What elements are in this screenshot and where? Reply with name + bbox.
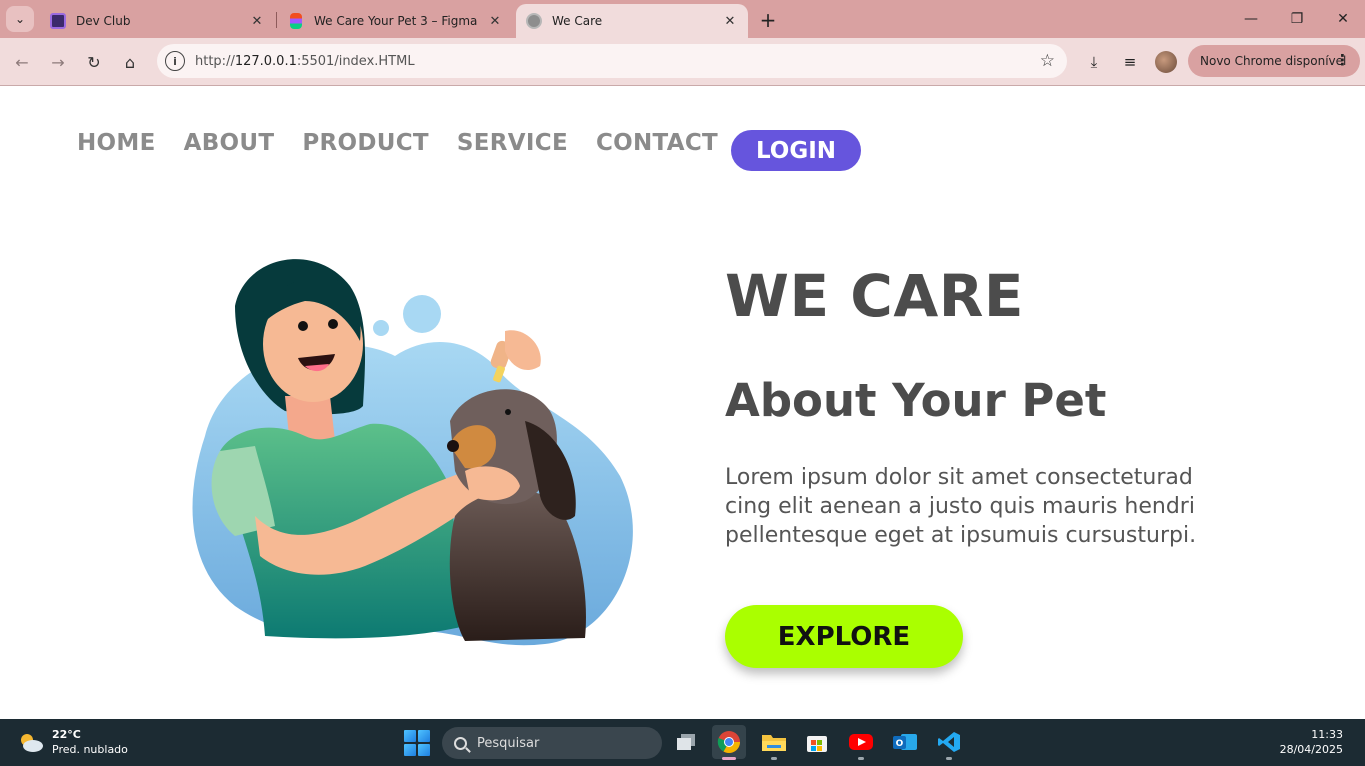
windows-logo-tile [404, 730, 416, 742]
url-text: http://127.0.0.1:5501/index.HTML [195, 54, 415, 69]
nav-service[interactable]: SERVICE [457, 130, 568, 156]
plus-icon: + [759, 8, 777, 32]
temperature: 22°C [52, 728, 81, 741]
bubble [373, 320, 389, 336]
close-icon[interactable]: ✕ [722, 13, 738, 29]
url-scheme: http:// [195, 53, 235, 69]
media-queue-icon[interactable]: ≡ [1118, 50, 1142, 74]
arrow-right-icon: → [51, 52, 65, 72]
description-line: pellentesque eget at ipsumuis cursusturp… [725, 523, 1197, 548]
weather-condition: Pred. nublado [52, 743, 128, 756]
search-placeholder: Pesquisar [477, 735, 540, 751]
hero-subtitle: About Your Pet [725, 374, 1107, 427]
home-icon: ⌂ [124, 52, 136, 72]
reload-button[interactable]: ↻ [80, 48, 108, 76]
nav-product[interactable]: PRODUCT [302, 130, 429, 156]
reload-icon: ↻ [87, 52, 101, 72]
eye [298, 321, 308, 331]
outlook-icon[interactable]: O [888, 725, 922, 759]
url-host: 127.0.0.1 [234, 53, 297, 69]
profile-avatar[interactable] [1155, 51, 1177, 73]
nav-home[interactable]: HOME [77, 130, 156, 156]
eye [328, 319, 338, 329]
nav-about[interactable]: ABOUT [184, 130, 275, 156]
chevron-down-icon: ⌄ [14, 12, 26, 26]
store-icon[interactable] [800, 725, 834, 759]
youtube-icon[interactable] [844, 725, 878, 760]
windows-start-button[interactable] [404, 730, 430, 756]
close-window-button[interactable]: ✕ [1320, 0, 1365, 38]
url-path: :5501/index.HTML [296, 53, 415, 69]
hero-illustration [192, 259, 633, 646]
login-button[interactable]: LOGIN [731, 130, 861, 171]
chrome-icon[interactable] [712, 725, 746, 760]
info-icon[interactable]: i [165, 51, 185, 71]
explore-button[interactable]: EXPLORE [725, 605, 963, 668]
svg-text:O: O [896, 739, 904, 749]
devclub-icon [50, 13, 66, 29]
main-nav: HOME ABOUT PRODUCT SERVICE CONTACT [77, 130, 746, 156]
windows-logo-tile [404, 744, 416, 756]
forward-button[interactable]: → [44, 48, 72, 76]
new-tab-button[interactable]: + [756, 8, 780, 32]
globe-icon [526, 13, 542, 29]
description-line: cing elit aenean a justo quis mauris hen… [725, 494, 1195, 519]
description-line: Lorem ipsum dolor sit amet consecteturad [725, 465, 1193, 490]
back-button[interactable]: ← [8, 48, 36, 76]
taskbar: 22°C Pred. nublado Pesquisar O 11:33 28/… [0, 719, 1365, 766]
tab-dev-club[interactable]: Dev Club ✕ [40, 4, 275, 38]
restore-button[interactable]: ❐ [1274, 0, 1320, 38]
weather-widget[interactable]: 22°C Pred. nublado [18, 727, 128, 757]
update-chrome-button[interactable]: Novo Chrome disponível ⋮ [1188, 45, 1360, 77]
restore-icon: ❐ [1290, 11, 1304, 27]
windows-logo-tile [418, 730, 430, 742]
hand [505, 330, 541, 371]
tab-label: We Care [552, 14, 603, 28]
tab-we-care[interactable]: We Care ✕ [516, 4, 748, 38]
dog-nose [447, 440, 459, 452]
hero-description: Lorem ipsum dolor sit amet consecteturad… [725, 463, 1255, 550]
figma-icon [290, 13, 302, 29]
system-clock[interactable]: 11:33 28/04/2025 [1280, 727, 1343, 757]
file-explorer-icon[interactable] [757, 725, 791, 760]
running-indicator [771, 757, 777, 760]
minimize-button[interactable]: — [1228, 0, 1274, 38]
arrow-left-icon: ← [15, 52, 29, 72]
address-bar[interactable]: i http://127.0.0.1:5501/index.HTML ☆ [157, 44, 1067, 78]
task-view-icon[interactable] [669, 725, 703, 759]
nav-contact[interactable]: CONTACT [596, 130, 718, 156]
close-icon[interactable]: ✕ [249, 13, 265, 29]
tab-separator [276, 12, 277, 28]
running-indicator [858, 757, 864, 760]
tab-strip: ⌄ Dev Club ✕ We Care Your Pet 3 – Figma … [0, 0, 1365, 38]
close-icon: ✕ [1337, 11, 1349, 27]
windows-logo-tile [418, 744, 430, 756]
clock-time: 11:33 [1311, 728, 1343, 741]
vscode-icon[interactable] [932, 725, 966, 760]
tab-label: We Care Your Pet 3 – Figma [314, 14, 478, 28]
dog-eye [505, 409, 511, 415]
tab-label: Dev Club [76, 14, 131, 28]
tab-figma[interactable]: We Care Your Pet 3 – Figma ✕ [278, 4, 513, 38]
bookmark-star-icon[interactable]: ☆ [1040, 51, 1055, 71]
update-label: Novo Chrome disponível [1200, 54, 1347, 68]
running-indicator [946, 757, 952, 760]
minimize-icon: — [1244, 11, 1258, 27]
taskbar-search[interactable]: Pesquisar [442, 727, 662, 759]
more-vert-icon[interactable]: ⋮ [1335, 51, 1350, 69]
clock-date: 28/04/2025 [1279, 743, 1343, 756]
home-button[interactable]: ⌂ [116, 48, 144, 76]
running-indicator [722, 757, 736, 760]
partly-cloudy-icon [18, 732, 44, 752]
hero-title: WE CARE [725, 262, 1025, 330]
weather-text: 22°C Pred. nublado [52, 727, 128, 757]
bubble [403, 295, 441, 333]
search-icon [454, 736, 467, 750]
web-page: HOME ABOUT PRODUCT SERVICE CONTACT LOGIN [0, 86, 1365, 719]
download-icon[interactable]: ⤓ [1082, 50, 1106, 74]
browser-toolbar: ← → ↻ ⌂ i http://127.0.0.1:5501/index.HT… [0, 38, 1365, 86]
tab-search-button[interactable]: ⌄ [6, 6, 34, 32]
close-icon[interactable]: ✕ [487, 13, 503, 29]
